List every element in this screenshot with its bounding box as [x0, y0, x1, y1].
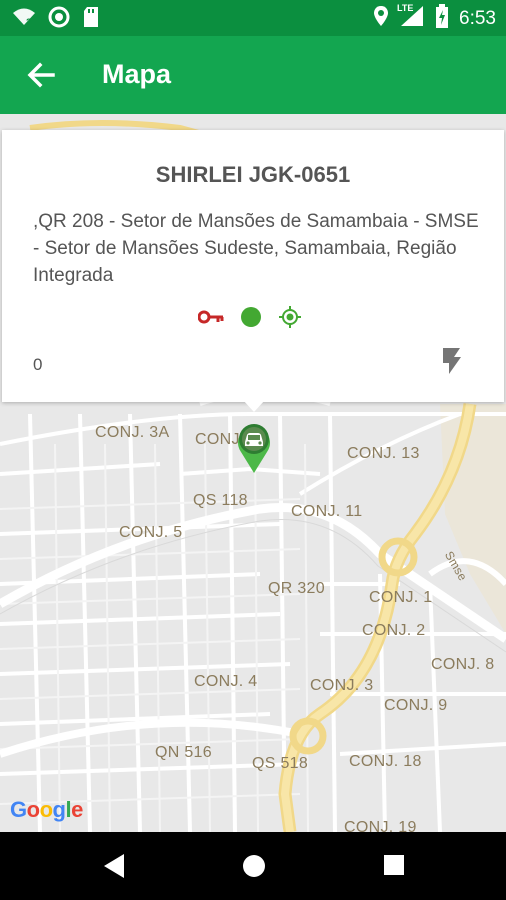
- map-label: CONJ. 3A: [95, 424, 170, 441]
- signal-icon: LTE: [397, 3, 425, 32]
- location-icon: [373, 5, 389, 32]
- map-label: CONJ. 13: [347, 445, 420, 462]
- map-label: CONJ. 4: [194, 673, 258, 690]
- map-label: CONJ. 8: [431, 656, 495, 673]
- google-logo: Google: [10, 797, 83, 822]
- map-label: QS 118: [193, 492, 248, 509]
- card-pointer: [243, 400, 265, 412]
- vehicle-address: ,QR 208 - Setor de Mansões de Samambaia …: [33, 211, 479, 286]
- app-bar: Mapa: [0, 36, 506, 114]
- vehicle-info-card[interactable]: SHIRLEI JGK-0651 ,QR 208 - Setor de Mans…: [2, 130, 504, 402]
- map-label: CONJ. 11: [291, 503, 363, 520]
- status-dot-icon: [240, 306, 262, 333]
- svg-text:?: ?: [26, 17, 32, 27]
- recents-nav-icon[interactable]: [383, 854, 405, 881]
- home-nav-icon[interactable]: [241, 853, 267, 884]
- status-bar: ? LTE 6:53: [0, 0, 506, 36]
- map-label: QR 320: [268, 580, 325, 597]
- vehicle-count: 0: [33, 355, 43, 374]
- map-label: CONJ. 18: [349, 753, 422, 770]
- flash-icon[interactable]: [440, 346, 464, 381]
- navigation-bar: [0, 832, 506, 900]
- clock: 6:53: [459, 7, 496, 29]
- key-icon: [197, 310, 224, 329]
- wifi-question-icon: ?: [12, 7, 36, 32]
- map-label: CONJ. 19: [344, 819, 417, 832]
- gps-target-icon: [278, 305, 302, 334]
- sd-card-icon: [82, 6, 100, 33]
- map-label: CONJ. 3: [310, 677, 374, 694]
- map-label: CONJ. 1: [369, 589, 433, 606]
- arrow-back-icon[interactable]: [24, 58, 58, 92]
- map-label: CONJ. 5: [119, 524, 183, 541]
- map-label: QS 518: [252, 755, 309, 772]
- status-icons: [197, 305, 302, 334]
- back-nav-icon[interactable]: [101, 852, 127, 885]
- car-marker-icon[interactable]: [235, 420, 273, 479]
- vehicle-title: SHIRLEI JGK-0651: [155, 162, 351, 187]
- battery-charging-icon: [435, 4, 449, 33]
- map-label: QN 516: [155, 744, 212, 761]
- network-type: LTE: [397, 3, 414, 13]
- map-label: CONJ: [195, 431, 240, 448]
- map-label: CONJ. 9: [384, 697, 448, 714]
- page-title: Mapa: [102, 59, 172, 89]
- map-label: CONJ. 2: [362, 622, 426, 639]
- circle-notification-icon: [48, 6, 70, 33]
